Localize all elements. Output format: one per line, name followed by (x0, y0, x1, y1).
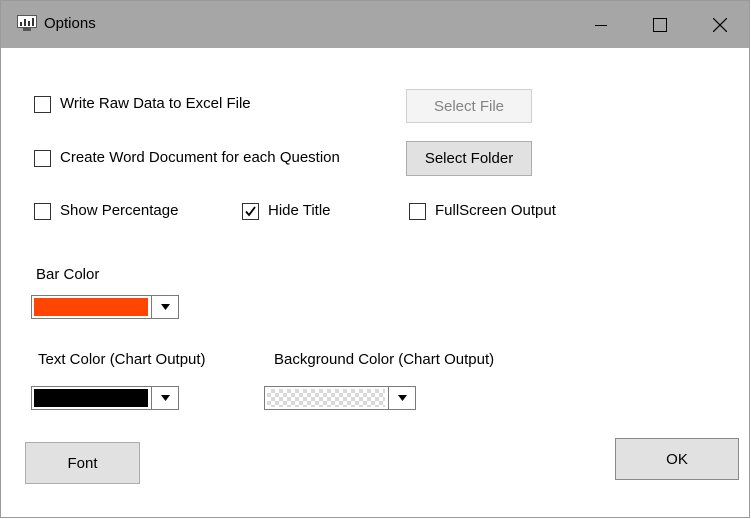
background-color-dropdown[interactable] (388, 387, 415, 409)
title-bar[interactable]: Options (1, 1, 749, 48)
bar-color-swatch (34, 298, 148, 316)
maximize-button[interactable] (631, 1, 689, 48)
show-percentage-checkbox[interactable] (34, 203, 51, 220)
ok-button[interactable]: OK (615, 438, 739, 480)
minimize-button[interactable] (572, 1, 630, 48)
fullscreen-output-checkbox[interactable] (409, 203, 426, 220)
select-folder-button[interactable]: Select Folder (406, 141, 532, 176)
create-word-checkbox[interactable] (34, 150, 51, 167)
create-word-label[interactable]: Create Word Document for each Question (60, 149, 340, 166)
write-raw-label[interactable]: Write Raw Data to Excel File (60, 95, 251, 112)
show-percentage-label[interactable]: Show Percentage (60, 202, 178, 219)
bar-color-label: Bar Color (36, 266, 100, 283)
text-color-label: Text Color (Chart Output) (38, 351, 206, 368)
background-color-combo[interactable] (264, 386, 416, 410)
chart-app-icon (17, 15, 37, 31)
close-icon (713, 17, 727, 32)
text-color-combo[interactable] (31, 386, 179, 410)
text-color-dropdown[interactable] (151, 387, 178, 409)
close-button[interactable] (691, 1, 749, 48)
chevron-down-icon (160, 395, 170, 401)
chevron-down-icon (397, 395, 407, 401)
background-color-swatch (267, 389, 385, 407)
bar-color-dropdown[interactable] (151, 296, 178, 318)
text-color-swatch (34, 389, 148, 407)
hide-title-checkbox[interactable] (242, 203, 259, 220)
chevron-down-icon (160, 304, 170, 310)
maximize-icon (653, 17, 667, 32)
write-raw-checkbox[interactable] (34, 96, 51, 113)
checkmark-icon (245, 206, 256, 217)
select-file-button[interactable]: Select File (406, 89, 532, 123)
font-button[interactable]: Font (25, 442, 140, 484)
options-window: Options Write Raw Data to Excel File Sel… (0, 0, 750, 518)
background-color-label: Background Color (Chart Output) (274, 351, 495, 368)
window-title: Options (44, 15, 96, 32)
hide-title-label[interactable]: Hide Title (268, 202, 331, 219)
fullscreen-output-label[interactable]: FullScreen Output (435, 202, 556, 219)
minimize-icon (595, 24, 607, 26)
bar-color-combo[interactable] (31, 295, 179, 319)
